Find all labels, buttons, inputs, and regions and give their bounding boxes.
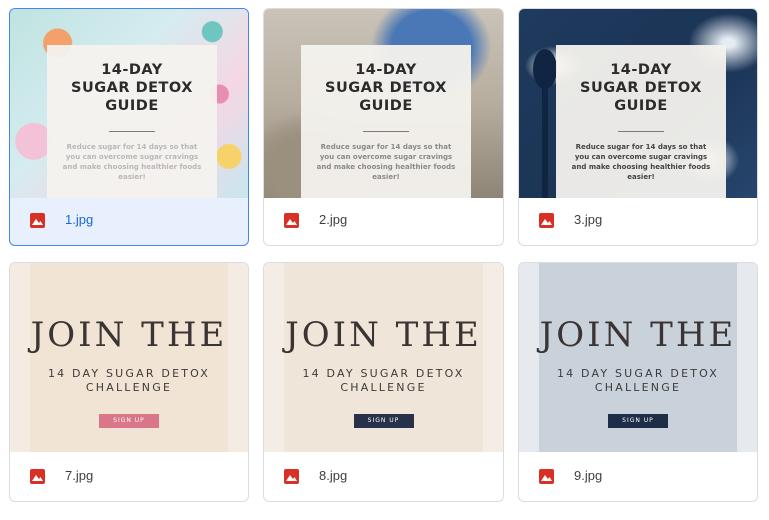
thumbnail: JOIN THE 14 DAY SUGAR DETOX CHALLENGE SI…	[519, 263, 757, 452]
file-card-3[interactable]: 14-DAY SUGAR DETOX GUIDE Reduce sugar fo…	[518, 8, 758, 246]
file-card-2[interactable]: 14-DAY SUGAR DETOX GUIDE Reduce sugar fo…	[263, 8, 504, 246]
file-name: 7.jpg	[65, 468, 94, 483]
guide-title: 14-DAY SUGAR DETOX GUIDE	[580, 62, 702, 114]
image-file-icon	[30, 469, 45, 484]
guide-subtitle: Reduce sugar for 14 days so that you can…	[62, 143, 202, 181]
challenge-poster: JOIN THE 14 DAY SUGAR DETOX CHALLENGE SI…	[30, 263, 228, 452]
thumbnail: 14-DAY SUGAR DETOX GUIDE Reduce sugar fo…	[264, 9, 503, 198]
spoon-handle	[542, 87, 548, 198]
sign-up-button: SIGN UP	[608, 414, 668, 428]
image-file-icon	[30, 213, 45, 228]
file-name: 8.jpg	[319, 468, 348, 483]
file-name: 2.jpg	[319, 212, 348, 227]
image-file-icon	[539, 469, 554, 484]
guide-overlay: 14-DAY SUGAR DETOX GUIDE Reduce sugar fo…	[301, 45, 471, 198]
image-file-icon	[284, 469, 299, 484]
thumbnail: 14-DAY SUGAR DETOX GUIDE Reduce sugar fo…	[10, 9, 248, 198]
divider	[363, 131, 409, 132]
challenge-subtitle: 14 DAY SUGAR DETOX CHALLENGE	[47, 367, 211, 394]
file-card-8[interactable]: JOIN THE 14 DAY SUGAR DETOX CHALLENGE SI…	[263, 262, 504, 502]
image-file-icon	[284, 213, 299, 228]
spoon-shape	[533, 49, 557, 89]
guide-overlay: 14-DAY SUGAR DETOX GUIDE Reduce sugar fo…	[47, 45, 217, 198]
challenge-title: JOIN THE	[30, 315, 228, 355]
file-card-9[interactable]: JOIN THE 14 DAY SUGAR DETOX CHALLENGE SI…	[518, 262, 758, 502]
thumbnail: JOIN THE 14 DAY SUGAR DETOX CHALLENGE SI…	[264, 263, 503, 452]
guide-title: 14-DAY SUGAR DETOX GUIDE	[325, 62, 447, 114]
challenge-subtitle: 14 DAY SUGAR DETOX CHALLENGE	[556, 367, 720, 394]
file-footer: 8.jpg	[264, 453, 503, 501]
guide-overlay: 14-DAY SUGAR DETOX GUIDE Reduce sugar fo…	[556, 45, 726, 198]
challenge-title: JOIN THE	[285, 315, 482, 355]
challenge-poster: JOIN THE 14 DAY SUGAR DETOX CHALLENGE SI…	[539, 263, 737, 452]
file-footer: 3.jpg	[519, 197, 757, 245]
sign-up-button: SIGN UP	[99, 414, 159, 428]
thumbnail: 14-DAY SUGAR DETOX GUIDE Reduce sugar fo…	[519, 9, 757, 198]
file-card-7[interactable]: JOIN THE 14 DAY SUGAR DETOX CHALLENGE SI…	[9, 262, 249, 502]
challenge-poster: JOIN THE 14 DAY SUGAR DETOX CHALLENGE SI…	[284, 263, 483, 452]
divider	[618, 131, 664, 132]
challenge-title: JOIN THE	[539, 315, 737, 355]
file-footer: 1.jpg	[10, 197, 248, 245]
file-footer: 7.jpg	[10, 453, 248, 501]
file-name: 9.jpg	[574, 468, 603, 483]
divider	[109, 131, 155, 132]
thumbnail: JOIN THE 14 DAY SUGAR DETOX CHALLENGE SI…	[10, 263, 248, 452]
file-name: 3.jpg	[574, 212, 603, 227]
file-card-1[interactable]: 14-DAY SUGAR DETOX GUIDE Reduce sugar fo…	[9, 8, 249, 246]
guide-subtitle: Reduce sugar for 14 days so that you can…	[571, 143, 711, 181]
guide-title: 14-DAY SUGAR DETOX GUIDE	[71, 62, 193, 114]
image-file-icon	[539, 213, 554, 228]
guide-subtitle: Reduce sugar for 14 days so that you can…	[316, 143, 456, 181]
challenge-subtitle: 14 DAY SUGAR DETOX CHALLENGE	[302, 367, 465, 394]
file-footer: 9.jpg	[519, 453, 757, 501]
sign-up-button: SIGN UP	[353, 414, 414, 428]
file-footer: 2.jpg	[264, 197, 503, 245]
file-name: 1.jpg	[65, 212, 94, 227]
